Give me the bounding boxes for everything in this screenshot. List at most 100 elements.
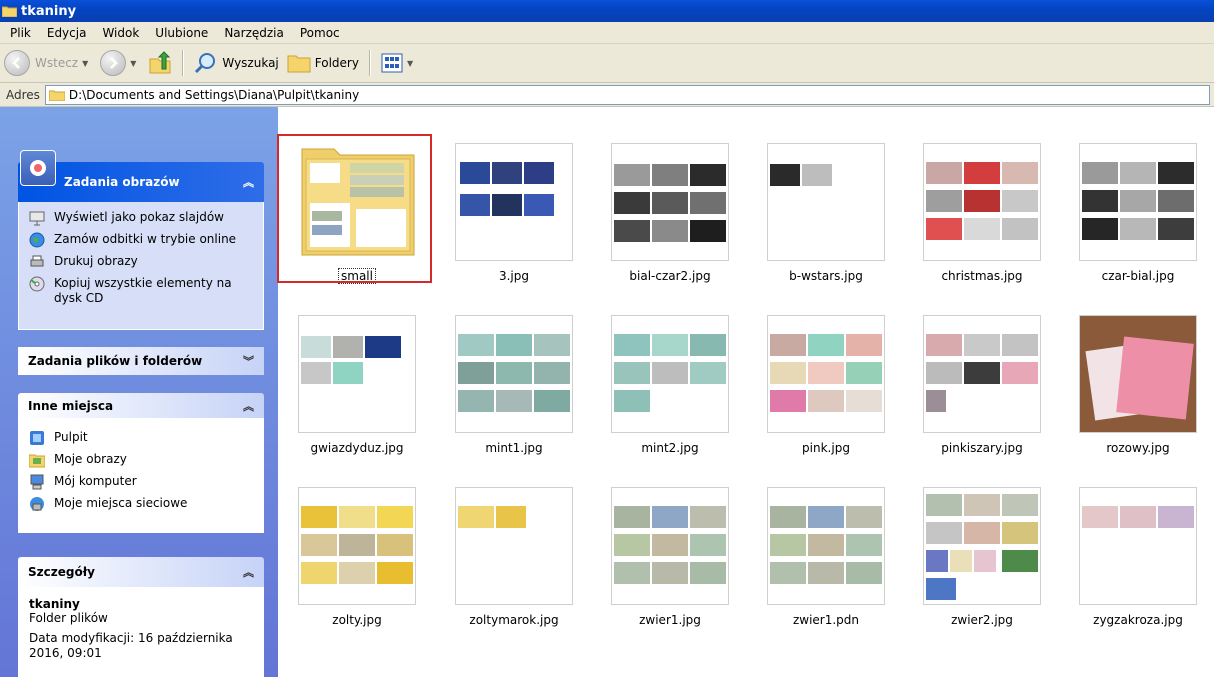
file-name: zoltymarok.jpg (469, 613, 559, 627)
title-bar: tkaniny (0, 0, 1214, 22)
details-body: tkaniny Folder plików Data modyfikacji: … (18, 587, 264, 687)
file-item[interactable]: pink.jpg (747, 279, 887, 455)
image-thumbnail (923, 315, 1041, 433)
search-icon (195, 53, 216, 74)
window-title: tkaniny (21, 3, 77, 19)
file-item[interactable]: christmas.jpg (903, 107, 1043, 283)
folders-icon (287, 55, 311, 73)
slideshow-icon (29, 211, 45, 226)
file-item[interactable]: rozowy.jpg (1059, 279, 1199, 455)
image-thumbnail (1079, 143, 1197, 261)
forward-button[interactable]: ▼ (96, 48, 144, 78)
toolbar-separator (368, 50, 371, 76)
file-item[interactable]: gwiazdyduz.jpg (278, 279, 418, 455)
task-copy-cd[interactable]: Kopiuj wszystkie elementy na dysk CD (29, 276, 253, 306)
file-item[interactable]: b-wstars.jpg (747, 107, 887, 283)
other-places-title: Inne miejsca (28, 398, 114, 413)
forward-dropdown-icon[interactable]: ▼ (130, 59, 136, 68)
address-input[interactable]: D:\Documents and Settings\Diana\Pulpit\t… (44, 84, 1210, 105)
image-tasks-panel: Zadania obrazów ︽ Wyświetl jako pokaz sl… (18, 150, 264, 330)
file-item[interactable]: mint2.jpg (591, 279, 731, 455)
views-button[interactable]: ▼ (377, 48, 421, 78)
file-item[interactable]: pinkiszary.jpg (903, 279, 1043, 455)
up-folder-icon (149, 51, 171, 74)
computer-icon (30, 474, 44, 490)
file-tasks-panel: Zadania plików i folderów ︾ (18, 347, 264, 375)
menu-narzedzia[interactable]: Narzędzia (216, 26, 292, 40)
back-arrow-icon (4, 50, 30, 76)
place-network[interactable]: Moje miejsca sieciowe (29, 496, 253, 512)
file-item[interactable]: zwier1.jpg (591, 451, 731, 627)
image-thumbnail (298, 315, 416, 433)
image-thumbnail (767, 143, 885, 261)
globe-icon (29, 232, 45, 248)
file-item[interactable]: zoltymarok.jpg (435, 451, 575, 627)
cd-icon (29, 276, 45, 292)
back-label: Wstecz (35, 56, 79, 70)
file-item[interactable]: mint1.jpg (435, 279, 575, 455)
up-folder-button[interactable] (144, 48, 176, 78)
task-print[interactable]: Drukuj obrazy (29, 254, 253, 270)
address-path: D:\Documents and Settings\Diana\Pulpit\t… (68, 87, 360, 102)
forward-arrow-icon (100, 50, 127, 76)
image-thumbnail (611, 315, 729, 433)
file-item[interactable]: 3.jpg (435, 107, 575, 283)
menu-ulubione[interactable]: Ulubione (147, 26, 216, 40)
folder-icon (48, 90, 65, 101)
file-tasks-header[interactable]: Zadania plików i folderów ︾ (18, 347, 264, 375)
details-header[interactable]: Szczegóły ︽ (18, 557, 264, 587)
folders-button[interactable]: Foldery (283, 48, 363, 78)
file-name: zwier2.jpg (951, 613, 1013, 627)
place-desktop[interactable]: Pulpit (29, 430, 253, 446)
file-item[interactable]: zwier1.pdn (747, 451, 887, 627)
back-button[interactable]: Wstecz ▼ (0, 48, 96, 78)
collapse-chevron-icon[interactable]: ︽ (243, 174, 254, 190)
image-thumbnail (767, 487, 885, 605)
image-thumbnail (455, 143, 573, 261)
printer-icon (30, 255, 44, 267)
picture-tasks-icon (20, 150, 56, 186)
details-name: tkaniny (29, 597, 80, 611)
place-my-computer[interactable]: Mój komputer (29, 474, 253, 490)
folder-icon (2, 6, 17, 17)
file-item[interactable]: zygzakroza.jpg (1059, 451, 1199, 627)
toolbar: Wstecz ▼ ▼ Wyszukaj Foldery ▼ (0, 44, 1214, 83)
menu-pomoc[interactable]: Pomoc (292, 26, 348, 40)
menu-edycja[interactable]: Edycja (39, 26, 95, 40)
file-name: zolty.jpg (332, 613, 382, 627)
expand-chevron-icon[interactable]: ︾ (243, 353, 254, 369)
menu-widok[interactable]: Widok (94, 26, 147, 40)
collapse-chevron-icon[interactable]: ︽ (243, 398, 254, 414)
desktop-icon (30, 431, 44, 445)
image-tasks-header[interactable]: Zadania obrazów ︽ (18, 150, 264, 202)
address-label: Adres (6, 87, 40, 102)
menu-plik[interactable]: Plik (0, 26, 39, 40)
address-bar: Adres D:\Documents and Settings\Diana\Pu… (0, 83, 1214, 107)
image-thumbnail (611, 143, 729, 261)
file-item[interactable]: czar-bial.jpg (1059, 107, 1199, 283)
task-order-prints[interactable]: Zamów odbitki w trybie online (29, 232, 253, 248)
folders-label: Foldery (314, 56, 359, 70)
network-icon (30, 497, 44, 511)
file-tasks-title: Zadania plików i folderów (28, 354, 203, 368)
file-item[interactable]: zwier2.jpg (903, 451, 1043, 627)
place-my-pictures[interactable]: Moje obrazy (29, 452, 253, 468)
back-dropdown-icon[interactable]: ▼ (82, 59, 88, 68)
image-tasks-body: Wyświetl jako pokaz slajdów Zamów odbitk… (18, 202, 264, 330)
other-places-panel: Inne miejsca ︽ Pulpit Moje obrazy Mój ko… (18, 393, 264, 533)
image-thumbnail (611, 487, 729, 605)
task-slideshow[interactable]: Wyświetl jako pokaz slajdów (29, 210, 253, 226)
other-places-header[interactable]: Inne miejsca ︽ (18, 393, 264, 418)
image-thumbnail (455, 315, 573, 433)
file-name: zwier1.pdn (792, 613, 860, 627)
views-dropdown-icon[interactable]: ▼ (407, 59, 413, 68)
details-type: Folder plików (29, 611, 108, 625)
search-label: Wyszukaj (222, 56, 279, 70)
selection-highlight (277, 134, 432, 283)
collapse-chevron-icon[interactable]: ︽ (243, 564, 254, 580)
file-item[interactable]: zolty.jpg (278, 451, 418, 627)
image-thumbnail (923, 487, 1041, 605)
menu-bar: Plik Edycja Widok Ulubione Narzędzia Pom… (0, 22, 1214, 44)
file-item[interactable]: bial-czar2.jpg (591, 107, 731, 283)
search-button[interactable]: Wyszukaj (190, 48, 282, 78)
